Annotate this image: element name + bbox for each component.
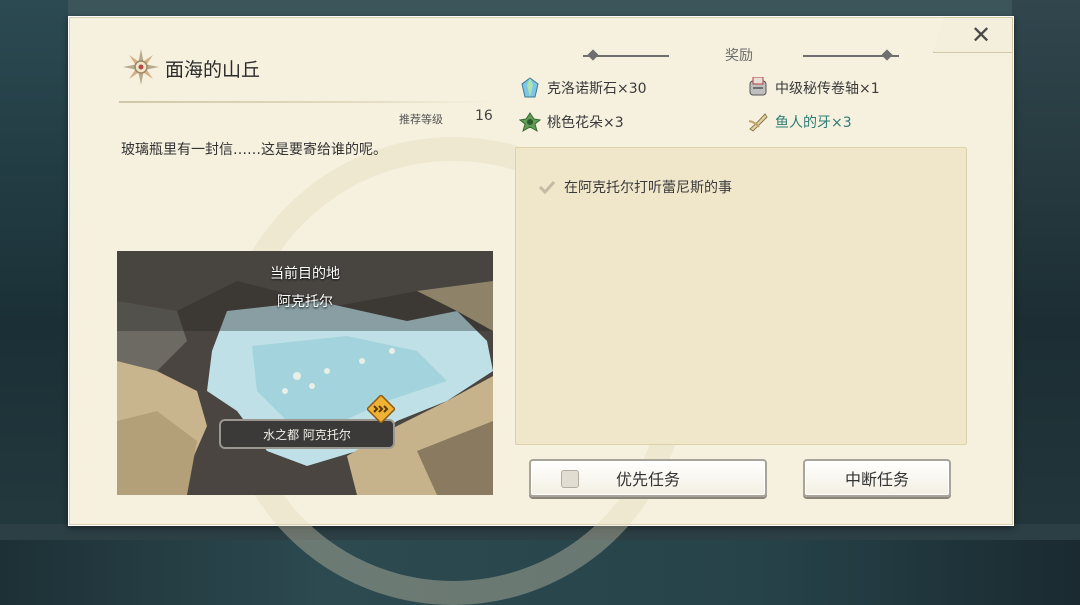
quest-panel: ✕ 面海的山丘 推荐等级 16 玻璃瓶里有一封信……这是要寄给谁的呢。 当前目的… <box>68 16 1014 605</box>
reward-item-flower[interactable]: 桃色花朵×3 <box>518 111 624 133</box>
crystal-icon <box>519 77 541 99</box>
priority-quest-label: 优先任务 <box>615 470 680 489</box>
objective-item: 在阿克托尔打听蕾尼斯的事 <box>538 177 732 197</box>
priority-quest-button[interactable]: 优先任务 <box>529 459 767 497</box>
recommended-level-label: 推荐等级 <box>399 113 443 126</box>
map-location-label: 水之都 阿克托尔 <box>219 419 395 449</box>
scroll-icon <box>747 76 769 99</box>
objectives-panel: 在阿克托尔打听蕾尼斯的事 <box>515 147 967 445</box>
abort-quest-label: 中断任务 <box>844 470 909 489</box>
reward-item-fang[interactable]: 鱼人的牙×3 <box>747 111 852 133</box>
map-destination-heading: 当前目的地 <box>270 266 340 282</box>
quest-emblem-icon <box>121 47 161 87</box>
priority-checkbox[interactable] <box>561 470 579 488</box>
close-button[interactable]: ✕ <box>959 21 1003 49</box>
flower-icon <box>518 111 542 133</box>
abort-quest-button[interactable]: 中断任务 <box>803 459 951 497</box>
reward-item-scroll[interactable]: 中级秘传卷轴×1 <box>747 76 880 99</box>
quest-title: 面海的山丘 <box>165 59 261 81</box>
map-destination-name: 阿克托尔 <box>277 294 333 310</box>
destination-map[interactable]: 当前目的地 阿克托尔 水之都 阿克托尔 <box>117 251 493 495</box>
objective-text: 在阿克托尔打听蕾尼斯的事 <box>564 180 732 196</box>
background-top <box>0 0 1080 16</box>
fang-icon <box>747 111 769 133</box>
map-marker-icon <box>367 395 395 423</box>
map-terrain <box>117 251 493 495</box>
background-left <box>0 0 68 540</box>
title-divider <box>119 101 493 103</box>
rewards-header: 奖励 <box>569 45 909 65</box>
reward-item-crystal[interactable]: 克洛诺斯石×30 <box>519 77 647 99</box>
background-right <box>1012 0 1080 540</box>
quest-description: 玻璃瓶里有一封信……这是要寄给谁的呢。 <box>121 142 387 158</box>
checkmark-icon <box>538 180 556 195</box>
recommended-level-value: 16 <box>475 108 493 124</box>
